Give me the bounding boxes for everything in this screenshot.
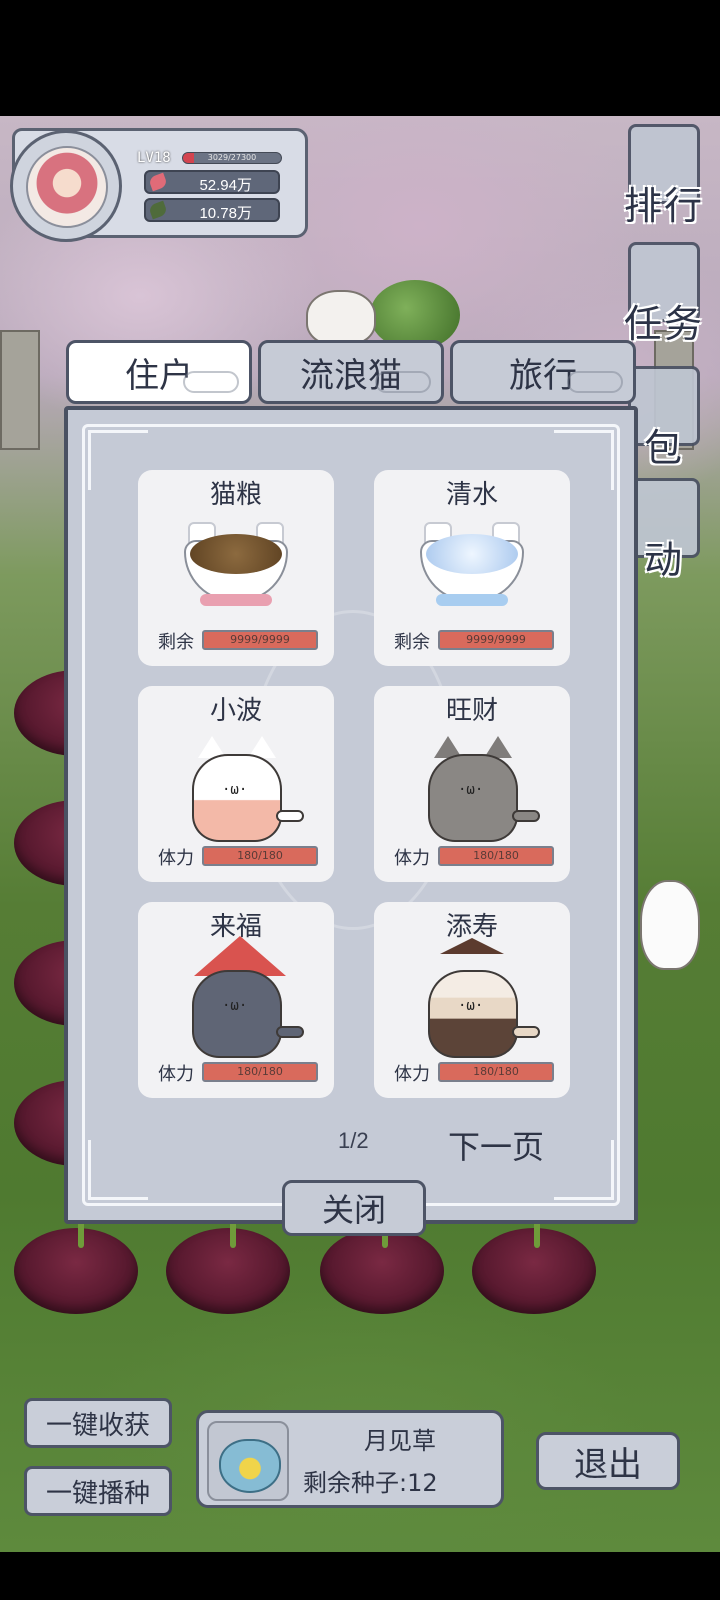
seed-name: 月见草 — [364, 1427, 436, 1455]
bowl-feet — [200, 594, 272, 606]
stat-value: 180/180 — [237, 1065, 283, 1078]
stamina-bar: 180/180 — [438, 846, 554, 866]
seed-icon-frame — [207, 1421, 289, 1501]
petal-icon — [148, 172, 168, 192]
tab-travel-label: 旅行 — [509, 355, 577, 396]
stat-bar: 9999/9999 — [202, 630, 318, 650]
card-name: 清水 — [445, 480, 498, 510]
leaf-icon — [148, 200, 168, 220]
background-cat — [640, 880, 700, 970]
cat-face: ·ω· — [458, 782, 484, 798]
card-cat-xiaobo[interactable]: 小波 ·ω· 体力 180/180 — [138, 686, 334, 882]
card-name: 猫粮 — [209, 480, 262, 510]
cat-face: ·ω· — [222, 998, 248, 1014]
cat-tail — [512, 810, 540, 822]
stat-label: 体力 — [158, 848, 194, 869]
tab-residents-label: 住户 — [125, 355, 193, 396]
tab-travel[interactable]: 旅行 — [450, 340, 636, 404]
resource-row-1: 52.94万 — [144, 170, 280, 194]
resource-row-2: 10.78万 — [144, 198, 280, 222]
hat-icon — [440, 938, 504, 954]
card-cat-food[interactable]: 猫粮 剩余 9999/9999 — [138, 470, 334, 666]
exit-label: 退出 — [574, 1444, 642, 1485]
card-water[interactable]: 清水 剩余 9999/9999 — [374, 470, 570, 666]
sow-all-button[interactable]: 一键播种 — [24, 1466, 172, 1516]
white-cat-icon — [192, 754, 282, 842]
seed-remaining: 剩余种子:12 — [303, 1469, 438, 1497]
stat-label: 体力 — [394, 848, 430, 869]
harvest-all-label: 一键收获 — [45, 1410, 150, 1441]
stat-label: 体力 — [394, 1064, 430, 1085]
cat-tail — [276, 810, 304, 822]
cat-face: ·ω· — [458, 998, 484, 1014]
exit-button[interactable]: 退出 — [536, 1432, 680, 1490]
soil-plot[interactable] — [14, 1228, 138, 1314]
stamina-bar: 180/180 — [202, 1062, 318, 1082]
gray-cat-icon — [428, 754, 518, 842]
stamina-bar: 180/180 — [438, 1062, 554, 1082]
player-level: LV18 — [137, 150, 171, 166]
stamina-bar: 180/180 — [202, 846, 318, 866]
cloud-ornament-icon — [183, 371, 239, 393]
stat-label: 剩余 — [158, 632, 194, 653]
cat-tail — [512, 1026, 540, 1038]
harvest-all-button[interactable]: 一键收获 — [24, 1398, 172, 1448]
corner-ornament-icon — [554, 1140, 614, 1200]
card-name: 旺财 — [445, 696, 498, 726]
resource-1-value: 52.94万 — [199, 177, 252, 194]
soil-plot[interactable] — [166, 1228, 290, 1314]
stat-value: 180/180 — [473, 849, 519, 862]
corner-ornament-icon — [88, 1140, 148, 1200]
card-cat-tianshou[interactable]: 添寿 ·ω· 体力 180/180 — [374, 902, 570, 1098]
water-icon — [426, 534, 518, 574]
close-button[interactable]: 关闭 — [282, 1180, 426, 1236]
seed-bag-icon — [219, 1439, 281, 1493]
ranking-label: 排行 — [623, 184, 704, 228]
stat-value: 9999/9999 — [466, 633, 526, 646]
stat-value: 9999/9999 — [230, 633, 290, 646]
sow-all-label: 一键播种 — [45, 1478, 150, 1509]
fence-post — [0, 330, 40, 450]
cloud-ornament-icon — [567, 371, 623, 393]
blue-gray-cat-icon — [192, 970, 282, 1058]
stat-bar: 9999/9999 — [438, 630, 554, 650]
card-name: 小波 — [209, 696, 262, 726]
page-indicator: 1/2 — [338, 1128, 369, 1153]
card-cat-wangcai[interactable]: 旺财 ·ω· 体力 180/180 — [374, 686, 570, 882]
close-label: 关闭 — [321, 1191, 386, 1229]
cloud-ornament-icon — [375, 371, 431, 393]
task-label: 任务 — [623, 302, 704, 346]
cat-tail — [276, 1026, 304, 1038]
stat-value: 180/180 — [473, 1065, 519, 1078]
task-button[interactable]: 任务 — [608, 236, 720, 348]
kibble-icon — [190, 534, 282, 574]
seed-selector[interactable]: 月见草 剩余种子:12 — [196, 1410, 504, 1508]
tab-residents[interactable]: 住户 — [66, 340, 252, 404]
cat-face: ·ω· — [222, 782, 248, 798]
siamese-cat-icon — [428, 970, 518, 1058]
next-page-button[interactable]: 下一页 — [448, 1122, 544, 1168]
ranking-button[interactable]: 排行 — [608, 118, 720, 230]
tab-stray-cats[interactable]: 流浪猫 — [258, 340, 444, 404]
bag-label: 包 — [643, 426, 684, 470]
exp-text: 3029/27300 — [207, 153, 257, 162]
resource-2-value: 10.78万 — [199, 205, 252, 222]
background-cat — [306, 290, 376, 346]
bowl-feet — [436, 594, 508, 606]
stat-value: 180/180 — [237, 849, 283, 862]
card-cat-laifu[interactable]: 来福 ·ω· 体力 180/180 — [138, 902, 334, 1098]
avatar[interactable] — [26, 146, 108, 228]
activity-label: 动 — [643, 538, 684, 582]
stat-label: 体力 — [158, 1064, 194, 1085]
stat-label: 剩余 — [394, 632, 430, 653]
